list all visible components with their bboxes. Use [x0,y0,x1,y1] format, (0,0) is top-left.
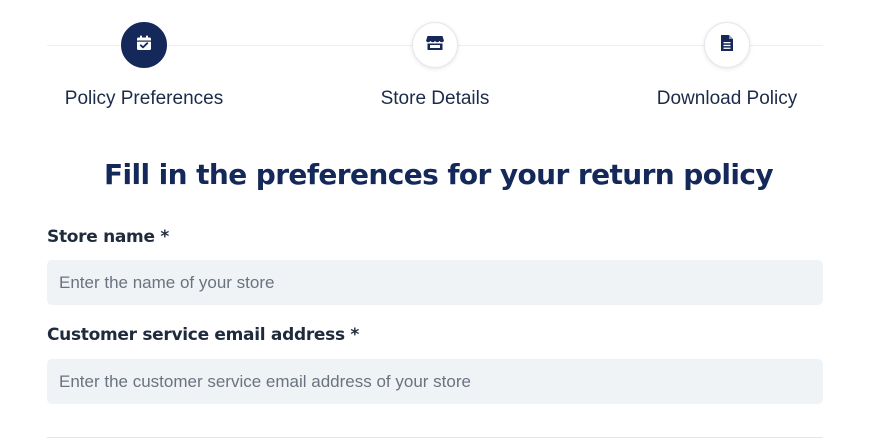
step-label-policy-preferences: Policy Preferences [64,88,224,109]
step-download-policy[interactable]: Download Policy [627,22,827,110]
step-circle [412,22,458,68]
step-store-details[interactable]: Store Details [335,22,535,110]
email-input[interactable] [47,359,823,404]
step-label-store-details: Store Details [380,88,490,109]
step-circle [704,22,750,68]
calendar-check-icon [135,34,153,57]
progress-stepper: Policy Preferences Store Details Downloa… [47,22,823,122]
form-heading: Fill in the preferences for your return … [103,158,774,191]
step-circle-active [121,22,167,68]
email-label: Customer service email address * [47,325,359,345]
divider [47,437,823,438]
step-label-download-policy: Download Policy [656,88,798,109]
step-policy-preferences[interactable]: Policy Preferences [44,22,244,110]
store-name-input[interactable] [47,260,823,305]
document-icon [719,34,735,57]
storefront-icon [425,34,445,57]
store-name-label: Store name * [47,227,169,247]
